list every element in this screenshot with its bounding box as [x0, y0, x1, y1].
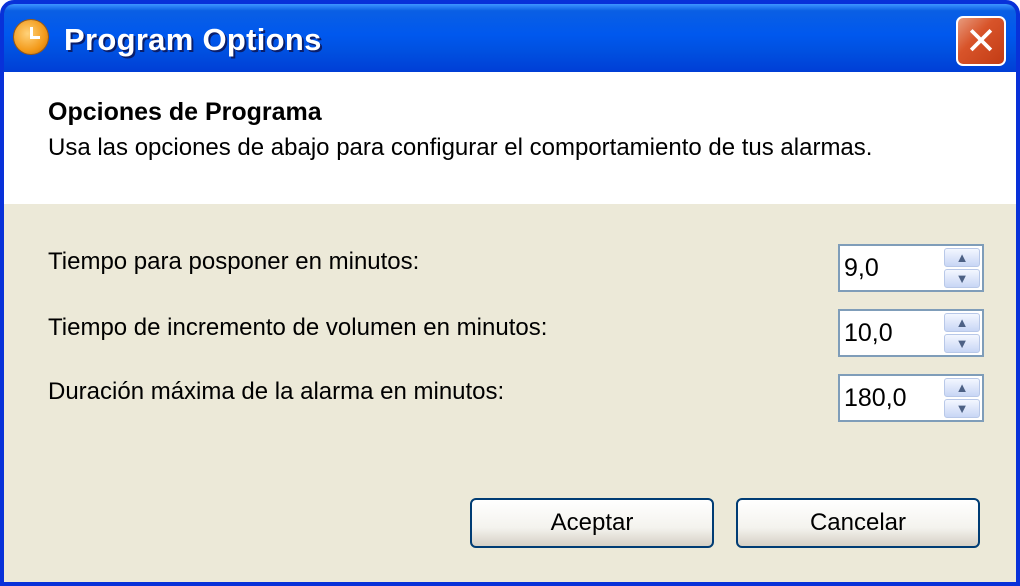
- chevron-down-icon: ▼: [955, 271, 969, 286]
- chevron-down-icon: ▼: [955, 336, 969, 351]
- clock-hand-minute: [30, 36, 40, 39]
- snooze-time-label: Tiempo para posponer en minutos:: [48, 248, 420, 275]
- volume-increase-time-spinner[interactable]: 10,0 ▲ ▼: [838, 309, 984, 357]
- cancel-button-label: Cancelar: [809, 509, 907, 536]
- header-title: Opciones de Programa: [48, 98, 322, 126]
- chevron-down-icon: ▼: [955, 401, 969, 416]
- volume-increase-time-increment-button[interactable]: ▲: [944, 313, 980, 332]
- cancel-button[interactable]: Cancelar: [736, 498, 980, 548]
- alarm-clock-icon: [14, 20, 48, 54]
- snooze-time-value[interactable]: 9,0: [844, 254, 879, 283]
- dialog-body: Opciones de Programa Usa las opciones de…: [4, 72, 1016, 582]
- snooze-time-increment-button[interactable]: ▲: [944, 248, 980, 267]
- volume-increase-time-label: Tiempo de incremento de volumen en minut…: [48, 314, 548, 341]
- volume-increase-time-spin-buttons: ▲ ▼: [944, 313, 980, 353]
- window-title: Program Options: [64, 22, 322, 57]
- close-icon: ✕: [965, 19, 997, 63]
- chevron-up-icon: ▲: [955, 315, 969, 330]
- max-alarm-duration-label: Duración máxima de la alarma en minutos:: [48, 378, 505, 405]
- chevron-up-icon: ▲: [955, 380, 969, 395]
- header-description: Usa las opciones de abajo para configura…: [48, 134, 873, 161]
- title-bar[interactable]: Program Options ✕: [4, 4, 1016, 72]
- accept-button-label: Aceptar: [550, 509, 634, 536]
- program-options-dialog: Program Options ✕ Opciones de Programa U…: [0, 0, 1020, 586]
- max-alarm-duration-value[interactable]: 180,0: [844, 384, 907, 413]
- volume-increase-time-decrement-button[interactable]: ▼: [944, 334, 980, 353]
- snooze-time-spinner[interactable]: 9,0 ▲ ▼: [838, 244, 984, 292]
- snooze-time-decrement-button[interactable]: ▼: [944, 269, 980, 288]
- max-alarm-duration-spin-buttons: ▲ ▼: [944, 378, 980, 418]
- max-alarm-duration-increment-button[interactable]: ▲: [944, 378, 980, 397]
- max-alarm-duration-spinner[interactable]: 180,0 ▲ ▼: [838, 374, 984, 422]
- volume-increase-time-value[interactable]: 10,0: [844, 319, 893, 348]
- chevron-up-icon: ▲: [955, 250, 969, 265]
- accept-button[interactable]: Aceptar: [470, 498, 714, 548]
- header-panel: Opciones de Programa Usa las opciones de…: [4, 72, 1016, 204]
- close-button[interactable]: ✕: [956, 16, 1006, 66]
- snooze-time-spin-buttons: ▲ ▼: [944, 248, 980, 288]
- max-alarm-duration-decrement-button[interactable]: ▼: [944, 399, 980, 418]
